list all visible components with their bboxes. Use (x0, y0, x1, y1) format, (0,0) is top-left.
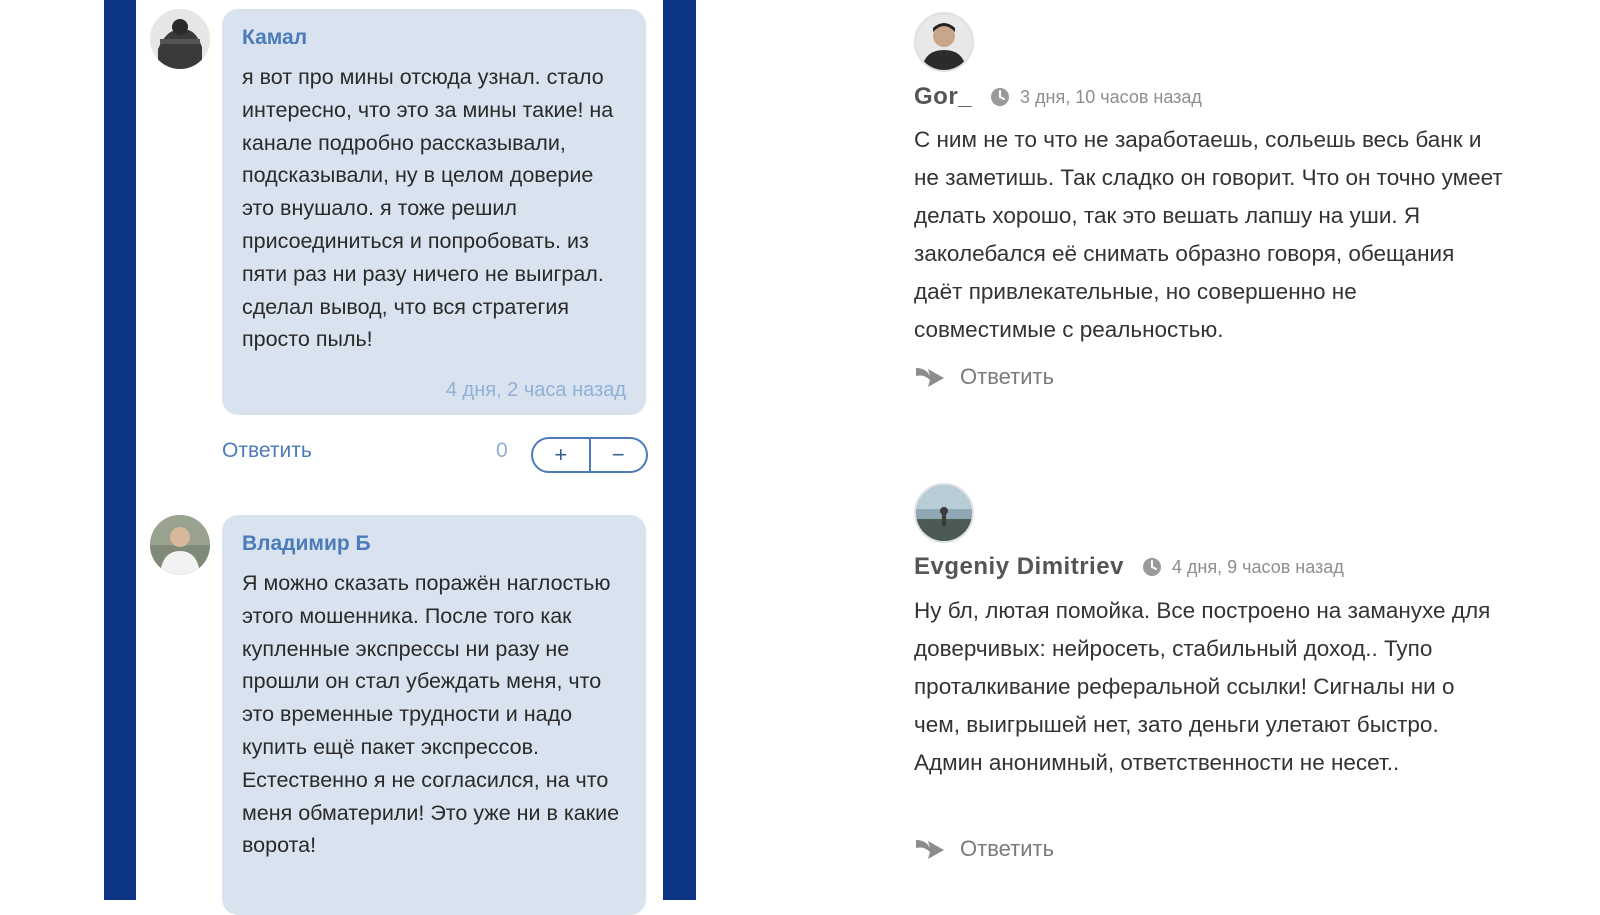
comment-author[interactable]: Evgeniy Dimitriev (914, 552, 1124, 582)
avatar[interactable] (150, 515, 210, 575)
comment-item: Владимир Б Я можно сказать поражён нагло… (136, 515, 663, 915)
comment-time[interactable]: 4 дня, 9 часов назад (1172, 555, 1344, 579)
upvote-button[interactable]: + (533, 439, 589, 471)
reply-button[interactable]: Ответить (914, 835, 1054, 863)
user-avatar-icon (150, 9, 210, 69)
comment-meta: Evgeniy Dimitriev 4 дня, 9 часов назад (914, 552, 1344, 582)
comment-meta: Gor_ 3 дня, 10 часов назад (914, 82, 1202, 112)
comment-bubble: Камал я вот про мины отсюда узнал. стало… (222, 9, 646, 415)
user-avatar-icon (150, 515, 210, 575)
user-avatar-icon (916, 14, 972, 70)
comment-item: Evgeniy Dimitriev 4 дня, 9 часов назад Н… (914, 483, 1514, 893)
comment-bubble: Владимир Б Я можно сказать поражён нагло… (222, 515, 646, 915)
comment-time[interactable]: 3 дня, 10 часов назад (1020, 85, 1202, 109)
comment-text: Ну бл, лютая помойка. Все построено на з… (914, 598, 1491, 775)
comment-item: Gor_ 3 дня, 10 часов назад С ним не то ч… (914, 12, 1514, 412)
reply-arrow-icon (916, 368, 944, 387)
comment-author[interactable]: Владимир Б (242, 531, 626, 557)
comments-panel-left: Камал я вот про мины отсюда узнал. стало… (104, 0, 696, 915)
comment-author[interactable]: Камал (242, 25, 626, 51)
comment-time[interactable]: 4 дня, 2 часа назад (242, 377, 626, 413)
comment-text: Я можно сказать поражён наглостью этого … (242, 571, 620, 858)
vote-controls: + − (531, 437, 648, 473)
reply-label: Ответить (960, 836, 1055, 861)
avatar[interactable] (150, 9, 210, 69)
reply-button[interactable]: Ответить (222, 438, 312, 464)
avatar[interactable] (914, 12, 974, 72)
comments-list-left: Камал я вот про мины отсюда узнал. стало… (136, 0, 663, 915)
vote-score: 0 (496, 439, 508, 462)
reply-label: Ответить (960, 364, 1055, 389)
comment-item: Камал я вот про мины отсюда узнал. стало… (136, 0, 663, 480)
comment-text: С ним не то что не заработаешь, сольешь … (914, 127, 1503, 342)
reply-arrow-icon (916, 840, 944, 859)
clock-icon (991, 88, 1010, 106)
comment-author[interactable]: Gor_ (914, 82, 972, 112)
clock-icon (1142, 558, 1161, 576)
comment-text: я вот про мины отсюда узнал. стало интер… (242, 65, 614, 352)
avatar[interactable] (914, 483, 974, 543)
downvote-button[interactable]: − (591, 439, 647, 471)
user-avatar-icon (916, 485, 972, 541)
reply-button[interactable]: Ответить (914, 363, 1054, 391)
